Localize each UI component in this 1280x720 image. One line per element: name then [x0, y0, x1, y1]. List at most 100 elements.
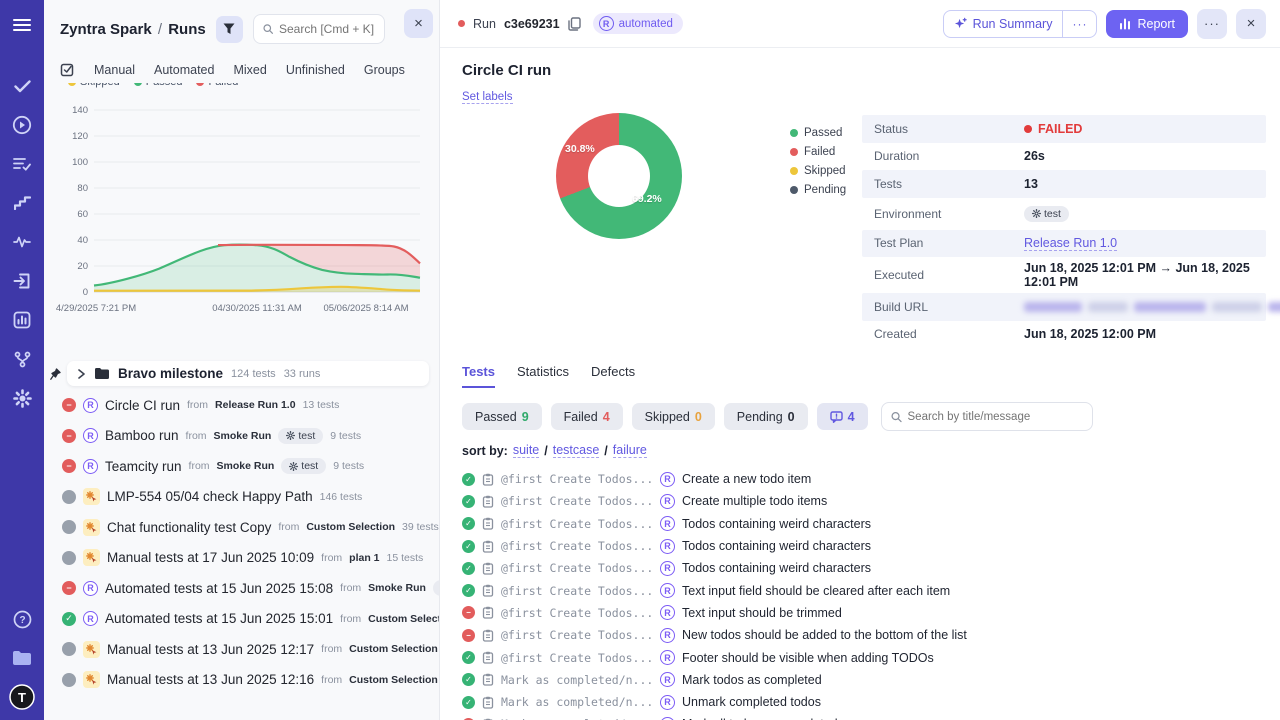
test-title[interactable]: Unmark completed todos [682, 695, 821, 709]
close-detail-button[interactable]: × [1236, 9, 1266, 39]
tab-mixed[interactable]: Mixed [233, 63, 266, 77]
panel-close-button[interactable]: × [404, 9, 433, 38]
run-row[interactable]: − R Circle CI run from Release Run 1.0 1… [62, 390, 429, 421]
test-title[interactable]: New todos should be added to the bottom … [682, 628, 967, 642]
run-row[interactable]: Chat functionality test Copy from Custom… [62, 512, 429, 543]
test-result-row[interactable]: ✓ @first Create Todos... R Todos contain… [462, 557, 1266, 579]
run-row[interactable]: − R Automated tests at 15 Jun 2025 15:08… [62, 573, 429, 604]
test-result-row[interactable]: − @first Create Todos... R New todos sho… [462, 624, 1266, 646]
suite-name[interactable]: Mark as completed/n... [501, 695, 653, 709]
tab-automated[interactable]: Automated [154, 63, 214, 77]
menu-icon[interactable] [9, 12, 35, 38]
test-title[interactable]: Todos containing weird characters [682, 561, 871, 575]
test-result-row[interactable]: − Mark as completed/n... R Mark all todo… [462, 713, 1266, 720]
run-name[interactable]: Manual tests at 13 Jun 2025 12:16 [107, 672, 314, 687]
suite-name[interactable]: Mark as completed/n... [501, 673, 653, 687]
sort-by-failure[interactable]: failure [613, 443, 647, 458]
help-icon[interactable]: ? [9, 606, 35, 632]
breadcrumb-project[interactable]: Zyntra Spark [60, 21, 152, 38]
suite-name[interactable]: @first Create Todos... [501, 628, 653, 642]
test-result-row[interactable]: ✓ @first Create Todos... R Footer should… [462, 646, 1266, 668]
runs-search[interactable] [253, 14, 385, 44]
test-result-row[interactable]: ✓ Mark as completed/n... R Unmark comple… [462, 691, 1266, 713]
test-title[interactable]: Todos containing weird characters [682, 517, 871, 531]
filter-passed-chip[interactable]: Passed9 [462, 403, 542, 430]
milestone-name[interactable]: Bravo milestone [118, 366, 223, 381]
run-row[interactable]: ✓ R Automated tests at 15 Jun 2025 15:01… [62, 604, 429, 635]
test-result-row[interactable]: ✓ @first Create Todos... R Text input fi… [462, 579, 1266, 601]
run-name[interactable]: LMP-554 05/04 check Happy Path [107, 489, 313, 504]
run-row[interactable]: Manual tests at 13 Jun 2025 12:17 from C… [62, 634, 429, 665]
run-row[interactable]: − R Teamcity run from Smoke Run test 9 t… [62, 451, 429, 482]
tab-unfinished[interactable]: Unfinished [286, 63, 345, 77]
suite-name[interactable]: @first Create Todos... [501, 494, 653, 508]
sort-by-testcase[interactable]: testcase [553, 443, 600, 458]
logo[interactable]: T [9, 684, 35, 710]
test-title[interactable]: Create a new todo item [682, 472, 811, 486]
tab-tests[interactable]: Tests [462, 364, 495, 388]
run-summary-button[interactable]: Run Summary ··· [943, 10, 1098, 38]
milestones-steps-icon[interactable] [9, 190, 35, 216]
tab-statistics[interactable]: Statistics [517, 364, 569, 388]
suite-name[interactable]: @first Create Todos... [501, 539, 653, 553]
set-labels-link[interactable]: Set labels [462, 91, 513, 104]
comments-filter-chip[interactable]: 4 [817, 403, 868, 430]
tests-check-icon[interactable] [9, 73, 35, 99]
runs-search-input[interactable] [279, 22, 375, 36]
run-name[interactable]: Manual tests at 13 Jun 2025 12:17 [107, 642, 314, 657]
run-name[interactable]: Teamcity run [105, 459, 182, 474]
suite-name[interactable]: @first Create Todos... [501, 472, 653, 486]
suite-name[interactable]: @first Create Todos... [501, 517, 653, 531]
run-name[interactable]: Manual tests at 17 Jun 2025 10:09 [107, 550, 314, 565]
run-row[interactable]: Manual tests at 17 Jun 2025 10:09 from p… [62, 543, 429, 574]
milestone-card[interactable]: Bravo milestone 124 tests 33 runs [67, 361, 429, 386]
plans-list-check-icon[interactable] [9, 151, 35, 177]
suite-name[interactable]: @first Create Todos... [501, 606, 653, 620]
run-summary-more-button[interactable]: ··· [1062, 11, 1096, 37]
settings-gear-icon[interactable] [9, 385, 35, 411]
run-row[interactable]: LMP-554 05/04 check Happy Path 146 tests [62, 482, 429, 513]
run-row[interactable]: Manual tests at 13 Jun 2025 12:16 from C… [62, 665, 429, 696]
test-title[interactable]: Mark todos as completed [682, 673, 822, 687]
reports-bar-chart-icon[interactable] [9, 307, 35, 333]
test-result-row[interactable]: ✓ @first Create Todos... R Todos contain… [462, 513, 1266, 535]
test-plan-link[interactable]: Release Run 1.0 [1024, 236, 1117, 251]
test-result-row[interactable]: ✓ Mark as completed/n... R Mark todos as… [462, 669, 1266, 691]
run-row[interactable]: − R Bamboo run from Smoke Run test 9 tes… [62, 421, 429, 452]
test-title[interactable]: Todos containing weird characters [682, 539, 871, 553]
filter-button[interactable] [216, 16, 243, 43]
branches-git-icon[interactable] [9, 346, 35, 372]
report-button[interactable]: Report [1106, 10, 1188, 38]
run-name[interactable]: Bamboo run [105, 428, 179, 443]
run-name[interactable]: Chat functionality test Copy [107, 520, 271, 535]
run-name[interactable]: Circle CI run [105, 398, 180, 413]
test-title[interactable]: Create multiple todo items [682, 494, 827, 508]
suite-name[interactable]: @first Create Todos... [501, 651, 653, 665]
filter-skipped-chip[interactable]: Skipped0 [632, 403, 715, 430]
suite-name[interactable]: @first Create Todos... [501, 561, 653, 575]
filter-failed-chip[interactable]: Failed4 [551, 403, 623, 430]
test-title[interactable]: Text input field should be cleared after… [682, 584, 950, 598]
tab-defects[interactable]: Defects [591, 364, 635, 388]
tests-search-input[interactable] [908, 411, 1083, 423]
analytics-pulse-icon[interactable] [9, 229, 35, 255]
more-actions-button[interactable]: ··· [1197, 9, 1227, 39]
test-result-row[interactable]: ✓ @first Create Todos... R Create multip… [462, 490, 1266, 512]
run-name[interactable]: Automated tests at 15 Jun 2025 15:08 [105, 581, 333, 596]
test-title[interactable]: Footer should be visible when adding TOD… [682, 651, 934, 665]
test-result-row[interactable]: − @first Create Todos... R Text input sh… [462, 602, 1266, 624]
sort-by-suite[interactable]: suite [513, 443, 539, 458]
tab-manual[interactable]: Manual [94, 63, 135, 77]
runs-play-icon[interactable] [9, 112, 35, 138]
run-name[interactable]: Automated tests at 15 Jun 2025 15:01 [105, 611, 333, 626]
select-runs-icon[interactable] [60, 62, 75, 77]
filter-pending-chip[interactable]: Pending0 [724, 403, 808, 430]
test-title[interactable]: Text input should be trimmed [682, 606, 842, 620]
test-result-row[interactable]: ✓ @first Create Todos... R Todos contain… [462, 535, 1266, 557]
copy-icon[interactable] [568, 17, 581, 31]
tests-search[interactable] [881, 402, 1093, 431]
pin-icon[interactable] [50, 368, 61, 380]
suite-name[interactable]: @first Create Todos... [501, 584, 653, 598]
projects-folder-icon[interactable] [9, 645, 35, 671]
import-sign-in-icon[interactable] [9, 268, 35, 294]
